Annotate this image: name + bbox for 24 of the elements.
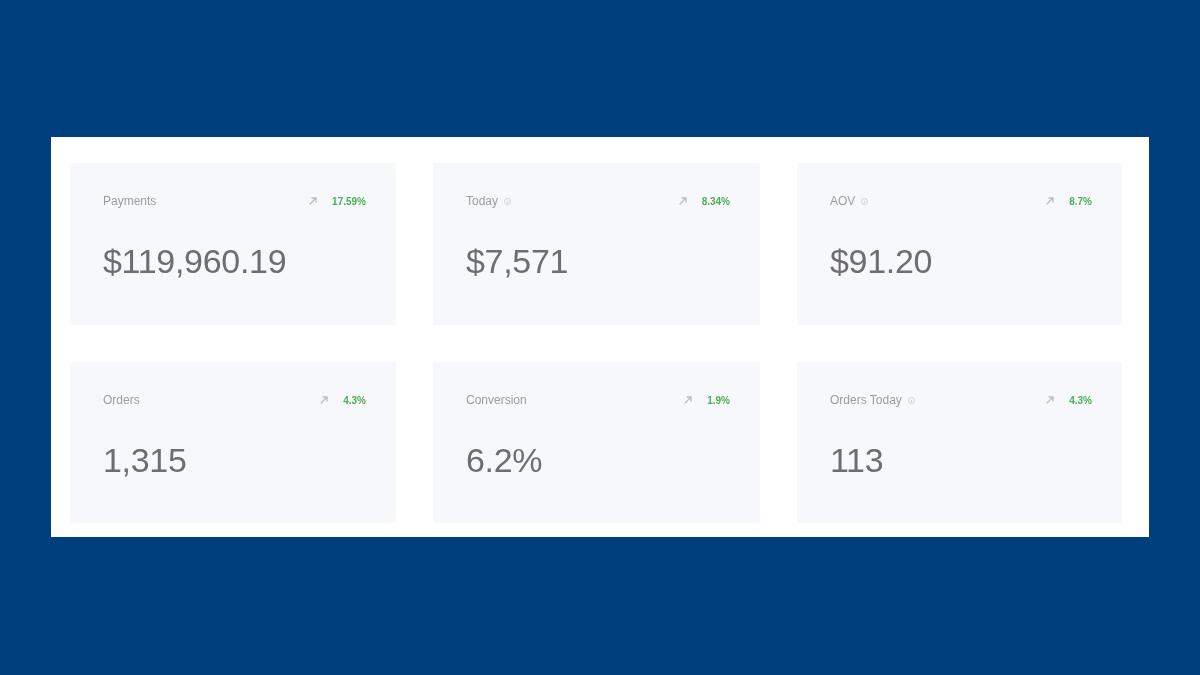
metric-label: Payments <box>103 194 157 208</box>
change-percent: 4.3% <box>343 394 366 406</box>
trend-arrow-icon <box>320 396 329 404</box>
metric-value: 113 <box>830 440 885 480</box>
metric-label: Conversion <box>466 393 527 407</box>
metric-value: 6.2% <box>466 440 544 480</box>
trend-arrow-icon <box>1046 396 1055 404</box>
metric-value: $119,960.19 <box>103 241 288 281</box>
trend-arrow-icon <box>309 197 318 205</box>
change-percent: 17.59% <box>332 195 366 207</box>
metric-label: Orders <box>103 393 140 407</box>
change-percent: 8.34% <box>701 195 730 207</box>
metric-label: AOV <box>830 194 856 208</box>
metric-label: Today <box>466 194 499 208</box>
change-percent: 8.7% <box>1069 195 1092 207</box>
metric-label: Orders Today <box>830 393 902 407</box>
change-percent: 1.9% <box>707 394 730 406</box>
metric-value: 1,315 <box>103 440 188 480</box>
metric-value: $7,571 <box>466 241 570 281</box>
change-percent: 4.3% <box>1069 394 1092 406</box>
metric-value: $91.20 <box>830 241 934 281</box>
trend-arrow-icon <box>678 197 687 205</box>
trend-arrow-icon <box>684 396 693 404</box>
trend-arrow-icon <box>1046 197 1055 205</box>
